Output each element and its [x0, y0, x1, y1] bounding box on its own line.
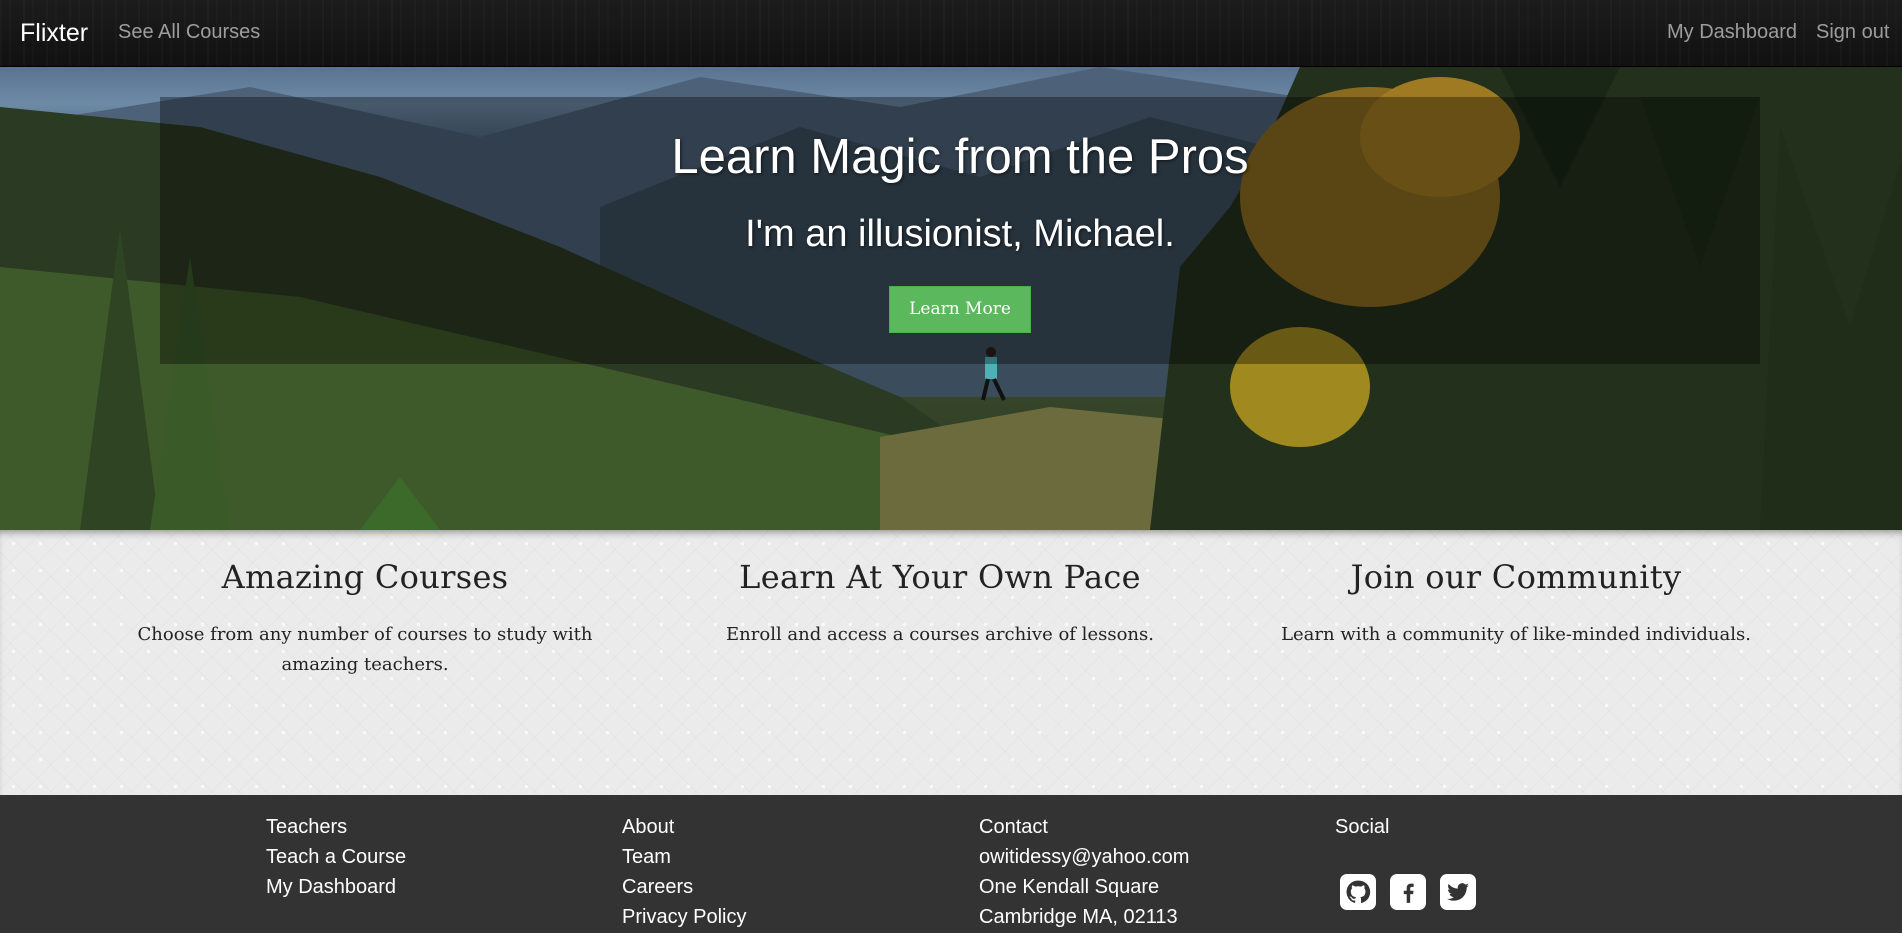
feature-own-pace: Learn At Your Own Pace Enroll and access… — [670, 558, 1210, 650]
see-all-courses-link[interactable]: See All Courses — [118, 21, 260, 44]
feature-title: Amazing Courses — [221, 558, 509, 596]
footer-teachers-heading: Teachers — [266, 816, 348, 838]
privacy-policy-link[interactable]: Privacy Policy — [622, 906, 746, 928]
feature-title: Join our Community — [1350, 558, 1682, 596]
footer-social-column: Social — [1335, 812, 1389, 842]
footer-my-dashboard-link[interactable]: My Dashboard — [266, 876, 396, 898]
footer-contact-heading: Contact — [979, 816, 1048, 838]
site-footer: Teachers Teach a Course My Dashboard Abo… — [0, 795, 1902, 933]
feature-text: Enroll and access a courses archive of l… — [726, 624, 1154, 645]
hero-subtitle: I'm an illusionist, Michael. — [745, 213, 1175, 255]
top-navbar: Flixter See All Courses My Dashboard Sig… — [0, 0, 1902, 67]
github-icon[interactable] — [1340, 874, 1376, 910]
footer-social-heading: Social — [1335, 816, 1390, 838]
sign-out-link[interactable]: Sign out — [1816, 21, 1889, 44]
hero-title: Learn Magic from the Pros — [671, 130, 1249, 184]
contact-address-line1: One Kendall Square — [979, 876, 1160, 898]
feature-text: Choose from any number of courses to stu… — [137, 624, 593, 675]
twitter-icon[interactable] — [1440, 874, 1476, 910]
features-section: Amazing Courses Choose from any number o… — [0, 530, 1902, 795]
teach-a-course-link[interactable]: Teach a Course — [266, 846, 406, 868]
learn-more-button[interactable]: Learn More — [889, 286, 1031, 333]
my-dashboard-link[interactable]: My Dashboard — [1667, 21, 1797, 44]
about-link[interactable]: About — [622, 816, 674, 838]
facebook-icon[interactable] — [1390, 874, 1426, 910]
feature-title: Learn At Your Own Pace — [739, 558, 1141, 596]
team-link[interactable]: Team — [622, 846, 671, 868]
footer-contact-column: Contact owitidessy@yahoo.com One Kendall… — [979, 812, 1189, 932]
contact-email-link[interactable]: owitidessy@yahoo.com — [979, 846, 1189, 868]
hero-jumbotron: Learn Magic from the Pros I'm an illusio… — [160, 97, 1760, 364]
hero-section: Learn Magic from the Pros I'm an illusio… — [0, 67, 1902, 530]
feature-text: Learn with a community of like-minded in… — [1281, 624, 1751, 645]
careers-link[interactable]: Careers — [622, 876, 693, 898]
contact-address-line2: Cambridge MA, 02113 — [979, 906, 1178, 928]
feature-community: Join our Community Learn with a communit… — [1246, 558, 1786, 650]
feature-amazing-courses: Amazing Courses Choose from any number o… — [95, 558, 635, 680]
brand-logo-link[interactable]: Flixter — [20, 19, 88, 48]
footer-teachers-column: Teachers Teach a Course My Dashboard — [266, 812, 406, 902]
footer-about-column: About Team Careers Privacy Policy — [622, 812, 746, 932]
